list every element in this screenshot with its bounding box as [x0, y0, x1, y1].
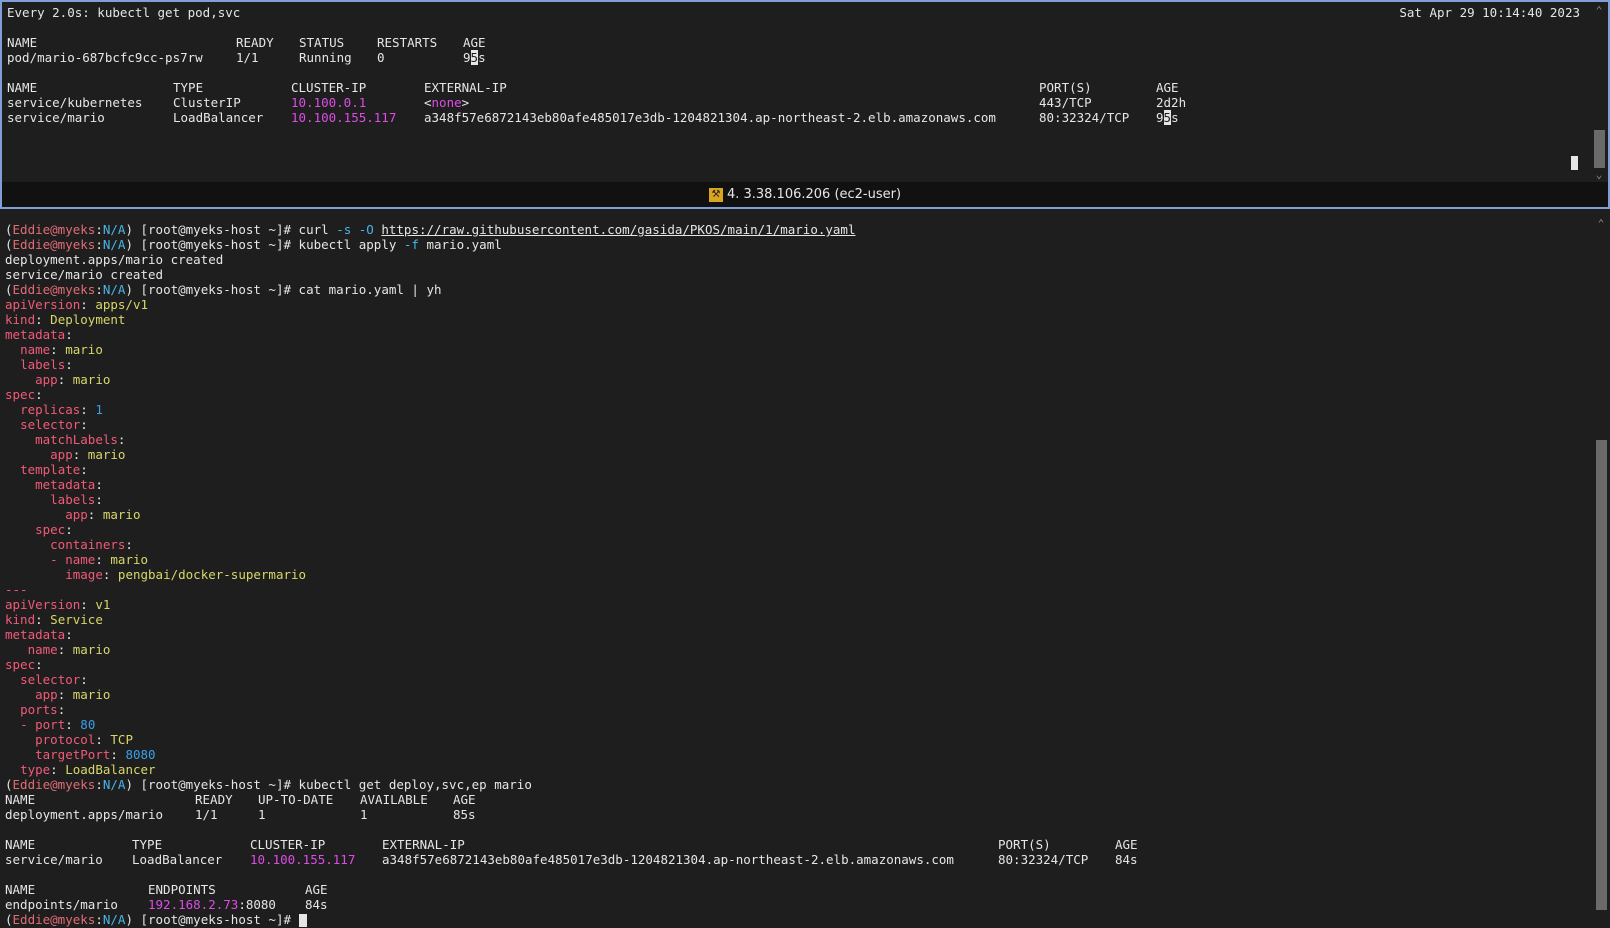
scroll-up-icon[interactable]: ⌃	[1590, 4, 1608, 18]
yaml-line: name: mario	[20, 342, 103, 357]
yaml-line: selector:	[20, 417, 88, 432]
yaml-line: labels:	[50, 492, 103, 507]
yaml-url-link[interactable]: https://raw.githubusercontent.com/gasida…	[381, 222, 855, 237]
shell-pane[interactable]: (Eddie@myeks:N/A) [root@myeks-host ~]# c…	[0, 215, 1610, 928]
yaml-line: spec:	[5, 657, 43, 672]
yaml-line: metadata:	[5, 627, 73, 642]
yaml-line: app: mario	[35, 687, 111, 702]
yaml-line: name: mario	[27, 642, 111, 657]
yaml-line: app: mario	[35, 372, 111, 387]
scroll-down-icon[interactable]: ⌄	[1590, 168, 1608, 182]
scroll-up-icon[interactable]: ⌃	[1592, 217, 1610, 231]
yaml-line: - port: 80	[20, 717, 96, 732]
yaml-line: metadata:	[35, 477, 103, 492]
pod-row: pod/mario-687bcfc9cc-ps7rw 1/1 Running 0…	[7, 50, 486, 65]
yaml-line: matchLabels:	[35, 432, 126, 447]
watch-header: Every 2.0s: kubectl get pod,svc	[7, 5, 241, 20]
bottom-scrollbar[interactable]: ⌃	[1592, 215, 1610, 928]
session-status-bar: ⚒ 4. 3.38.106.206 (ec2-user)	[2, 182, 1608, 207]
deploy-header-row: NAME READY UP-TO-DATE AVAILABLE AGE	[5, 792, 476, 807]
shell-output: (Eddie@myeks:N/A) [root@myeks-host ~]# c…	[5, 222, 1138, 927]
ep-row: endpoints/mario 192.168.2.73:8080 84s	[5, 897, 328, 912]
top-scroll-thumb[interactable]	[1594, 130, 1605, 168]
watch-pane[interactable]: Every 2.0s: kubectl get pod,svc NAME REA…	[0, 0, 1610, 209]
watch-output: Every 2.0s: kubectl get pod,svc NAME REA…	[7, 5, 1187, 125]
active-prompt-line[interactable]: (Eddie@myeks:N/A) [root@myeks-host ~]#	[5, 912, 855, 927]
yaml-line: image: pengbai/docker-supermario	[65, 567, 307, 582]
yaml-line: protocol: TCP	[35, 732, 133, 747]
yaml-separator: ---	[5, 582, 28, 597]
prompt-line: (Eddie@myeks:N/A) [root@myeks-host ~]# c…	[5, 282, 442, 297]
yaml-line: app: mario	[50, 447, 126, 462]
watch-cursor: 5	[470, 50, 479, 65]
yaml-line: metadata:	[5, 327, 73, 342]
pods-header-row: NAME READY STATUS RESTARTS AGE	[7, 35, 486, 50]
svc-header-row: NAME TYPE CLUSTER-IP EXTERNAL-IP PORT(S)…	[5, 837, 1138, 852]
yaml-line: kind: Deployment	[5, 312, 126, 327]
bottom-scroll-thumb[interactable]	[1596, 440, 1607, 910]
prompt-line: (Eddie@myeks:N/A) [root@myeks-host ~]# k…	[5, 777, 532, 792]
yaml-line: - name: mario	[50, 552, 149, 567]
prompt-line: (Eddie@myeks:N/A) [root@myeks-host ~]# c…	[5, 222, 856, 237]
yaml-line: kind: Service	[5, 612, 103, 627]
yaml-line: apiVersion: v1	[5, 597, 111, 612]
prompt-line: (Eddie@myeks:N/A) [root@myeks-host ~]# k…	[5, 237, 502, 252]
ep-header-row: NAME ENDPOINTS AGE	[5, 882, 328, 897]
svc-row: service/mario LoadBalancer 10.100.155.11…	[5, 852, 1138, 867]
yaml-line: selector:	[20, 672, 88, 687]
svc-row-mario: service/mario LoadBalancer 10.100.155.11…	[7, 110, 1179, 125]
deploy-row: deployment.apps/mario 1/1 1 1 85s	[5, 807, 476, 822]
yaml-line: template:	[20, 462, 88, 477]
watch-clock: Sat Apr 29 10:14:40 2023	[1399, 5, 1580, 20]
yaml-line: targetPort: 8080	[35, 747, 156, 762]
text-cursor	[298, 914, 307, 927]
yaml-line: spec:	[35, 522, 73, 537]
yaml-line: containers:	[50, 537, 133, 552]
wrench-icon: ⚒	[708, 187, 723, 202]
svc-row-kubernetes: service/kubernetes ClusterIP 10.100.0.1 …	[7, 95, 1187, 110]
yaml-line: replicas: 1	[20, 402, 103, 417]
yaml-line: spec:	[5, 387, 43, 402]
yaml-line: app: mario	[65, 507, 141, 522]
yaml-line: apiVersion: apps/v1	[5, 297, 149, 312]
yaml-line: labels:	[20, 357, 73, 372]
session-label: 4. 3.38.106.206 (ec2-user)	[726, 187, 902, 202]
svc-header-row: NAME TYPE CLUSTER-IP EXTERNAL-IP PORT(S)…	[7, 80, 1179, 95]
yaml-line: ports:	[20, 702, 66, 717]
mini-cursor-block	[1571, 156, 1578, 170]
yaml-line: type: LoadBalancer	[20, 762, 156, 777]
top-scrollbar[interactable]: ⌃ ⌄	[1590, 2, 1608, 182]
